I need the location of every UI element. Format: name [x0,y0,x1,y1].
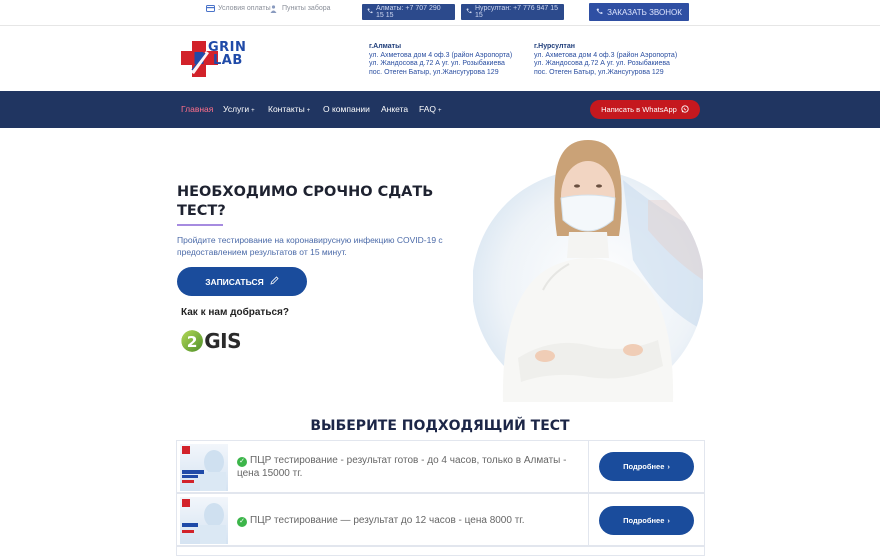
check-icon: ✓ [237,457,247,467]
phone-nursultan-button[interactable]: Нурсултан: +7 776 947 15 15 [461,4,564,20]
2gis-logo[interactable]: 2 GIS [181,327,241,354]
test-description: ✓ ПЦР тестирование - результат готов - до… [237,454,582,480]
test-thumbnail [180,444,228,491]
nav-item-survey[interactable]: Анкета [381,104,408,114]
order-call-label: ЗАКАЗАТЬ ЗВОНОК [607,7,682,17]
2gis-icon: 2 [181,329,203,352]
nav-label: О компании [323,104,370,114]
phone-icon [367,8,373,16]
address-city: г.Нурсултан [534,43,575,50]
payment-terms-link[interactable]: Условия оплаты [206,5,271,12]
test-description-text: ПЦР тестирование - результат готов - до … [237,455,567,479]
test-card-divider [588,494,589,547]
address-line: пос. Отеген Батыр, ул.Жансугурова 129 [534,68,664,76]
whatsapp-label: Написать в WhatsApp [601,105,677,114]
test-description-text: ПЦР тестирование — результат до 12 часов… [250,515,525,526]
plus-icon: + [438,108,442,114]
card-icon [206,5,215,12]
top-utility-bar: Условия оплаты Пункты забора Алматы: +7 … [0,0,880,26]
nav-label: Главная [181,104,214,114]
test-card [176,546,705,556]
nav-label: Услуги [223,104,250,114]
phone-almaty-button[interactable]: Алматы: +7 707 290 15 15 [362,4,455,20]
hero-divider [177,224,223,226]
payment-terms-label: Условия оплаты [218,5,271,12]
address-line: пос. Отеген Батыр, ул.Жансугурова 129 [369,68,499,76]
nav-label: Анкета [381,104,409,114]
plus-icon: + [251,108,255,114]
address-line: ул. Ахметова дом 4 оф.3 (район Аэропорта… [534,51,678,59]
main-navigation: Главная Услуги + Контакты + О компании Анк… [0,91,880,128]
hero-subtitle: Пройдите тестирование на коронавирусную … [177,235,443,257]
nav-label: FAQ [419,104,437,114]
test-card: ✓ ПЦР тестирование - результат готов - до… [176,440,705,494]
details-label: Подробнее [623,516,665,525]
hero-title: НЕОБХОДИМО СРОЧНО СДАТЬ ТЕСТ? [177,184,434,219]
nav-item-about[interactable]: О компании [323,104,370,114]
person-icon [270,5,279,13]
details-button[interactable]: Подробнее › [599,506,694,535]
signup-label: ЗАПИСАТЬСЯ [205,276,264,287]
whatsapp-button[interactable]: Написать в WhatsApp [590,100,700,119]
address-block-nursultan: г.Нурсултан ул. Ахметова дом 4 оф.3 (рай… [534,43,677,77]
pickup-points-label: Пункты забора [282,5,331,12]
2gis-text: GIS [204,328,241,353]
address-line: ул. Жандосова д.72 А уг. ул. Розыбакиева [534,60,670,68]
nav-label: Контакты [268,104,305,114]
address-city: г.Алматы [369,43,402,50]
check-icon: ✓ [237,517,247,527]
pencil-icon [270,276,279,287]
test-thumbnail [180,497,228,544]
details-button[interactable]: Подробнее › [599,452,694,481]
address-block-almaty: г.Алматы ул. Ахметова дом 4 оф.3 (район … [369,43,512,77]
chevron-right-icon: › [667,462,670,471]
details-label: Подробнее [623,462,665,471]
nav-item-contacts[interactable]: Контакты + [268,104,310,114]
address-line: ул. Жандосова д.72 А уг. ул. Розыбакиева [369,60,505,68]
test-card-divider [588,441,589,494]
phone-almaty-label: Алматы: +7 707 290 15 15 [376,5,441,19]
chevron-right-icon: › [667,516,670,525]
nav-item-home[interactable]: Главная [181,104,213,114]
address-line: ул. Ахметова дом 4 оф.3 (район Аэропорта… [369,51,513,59]
test-description: ✓ ПЦР тестирование — результат до 12 часо… [237,514,582,527]
tests-section-title: ВЫБЕРИТЕ ПОДХОДЯЩИЙ ТЕСТ [310,418,570,434]
nav-item-services[interactable]: Услуги + [223,104,255,114]
order-call-button[interactable]: ЗАКАЗАТЬ ЗВОНОК [589,3,689,21]
svg-text:2: 2 [187,332,198,350]
phone-icon [596,8,603,17]
phone-nursultan-label: Нурсултан: +7 776 947 15 15 [475,5,559,19]
directions-heading: Как к нам добраться? [181,307,289,318]
pickup-points-link[interactable]: Пункты забора [270,5,331,13]
phone-icon [466,8,472,16]
nav-item-faq[interactable]: FAQ + [419,104,442,114]
hero-photo-woman-in-mask [472,140,704,402]
plus-icon: + [306,108,311,114]
signup-button[interactable]: ЗАПИСАТЬСЯ [177,267,307,296]
logo-text-bottom: LAB [213,53,243,68]
whatsapp-icon [681,104,689,115]
test-card: ✓ ПЦР тестирование — результат до 12 часо… [176,493,705,547]
